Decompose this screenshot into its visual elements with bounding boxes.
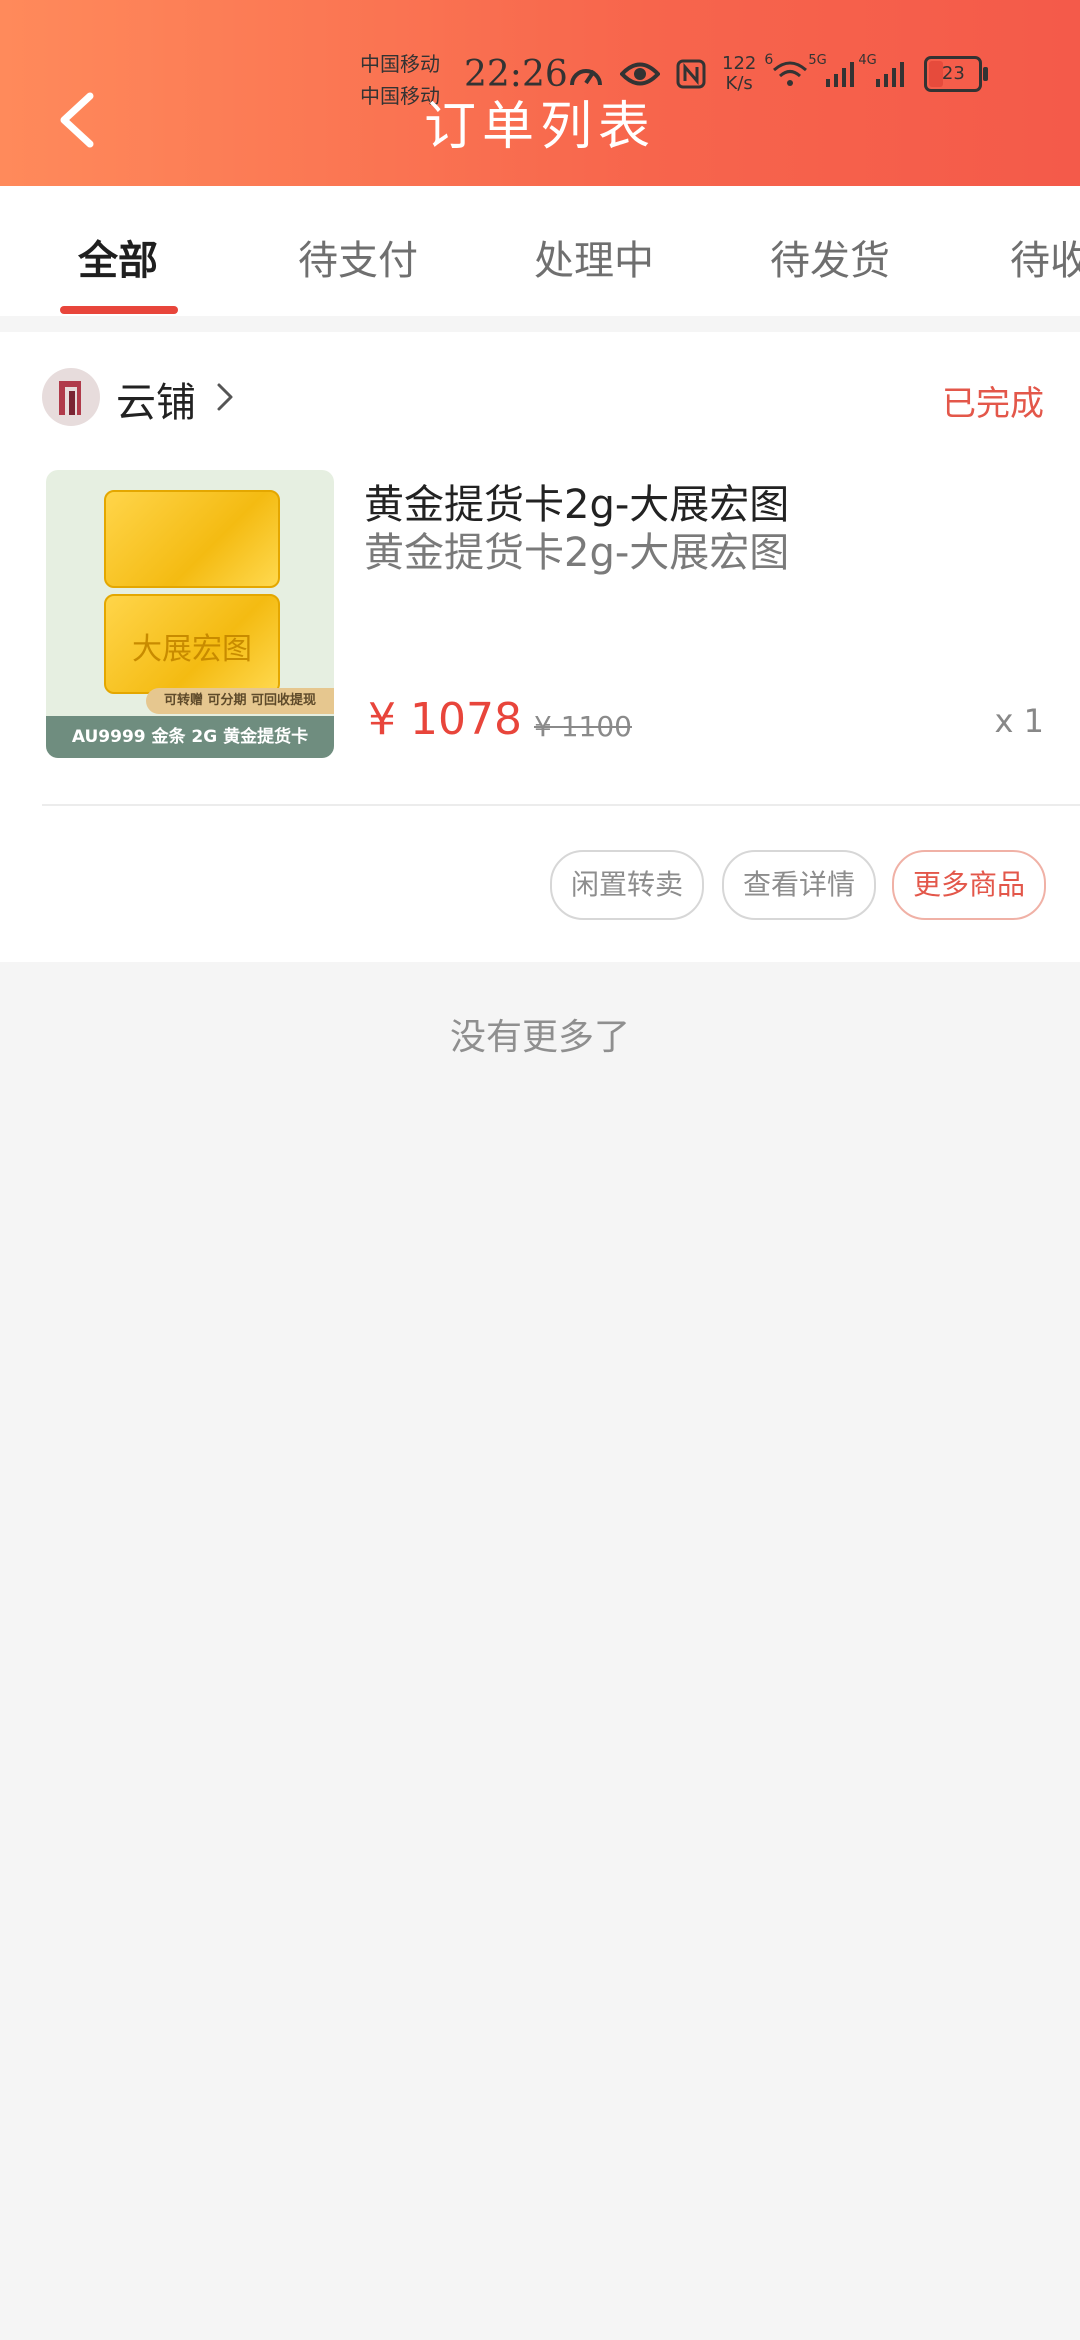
shop-avatar[interactable] [42, 368, 100, 426]
product-image-caption: AU9999 金条 2G 黄金提货卡 [46, 716, 334, 758]
no-more-text: 没有更多了 [449, 1017, 630, 1058]
gold-bar-text: 大展宏图 [132, 632, 252, 667]
card-divider [42, 804, 1080, 806]
tab-processing[interactable]: 处理中 [534, 228, 654, 286]
page-title: 订单列表 [423, 97, 656, 157]
product-price: ¥ 1078 [368, 694, 522, 745]
product-subtitle: 黄金提货卡2g-大展宏图 [364, 530, 790, 576]
tab-pending-payment[interactable]: 待支付 [298, 228, 418, 286]
order-status: 已完成 [942, 384, 1044, 424]
order-card[interactable]: 云铺 已完成 大展宏图 可转赠 可分期 可回收提现 AU9999 金条 2G 黄… [0, 332, 1080, 962]
signal-2-label: 4G [858, 53, 877, 68]
order-tabs: 全部 待支付 处理中 待发货 待收 [0, 186, 1080, 316]
tab-pending-receipt[interactable]: 待收 [1010, 228, 1080, 286]
net-speed-value: 122 [722, 53, 757, 74]
app-header: 中国移动 中国移动 22:26 122 K/s 6 5G 4G 23 订单列表 [0, 0, 1080, 186]
gold-bar-back-image: 大展宏图 [104, 594, 280, 694]
gold-bar-front-image [104, 490, 280, 588]
product-quantity: x 1 [994, 702, 1044, 740]
chevron-right-icon[interactable] [214, 380, 236, 414]
battery-level: 23 [941, 63, 965, 84]
view-details-button[interactable]: 查看详情 [722, 850, 876, 920]
product-image-tag: 可转赠 可分期 可回收提现 [146, 688, 334, 714]
product-image[interactable]: 大展宏图 可转赠 可分期 可回收提现 AU9999 金条 2G 黄金提货卡 [46, 470, 334, 758]
carrier-1: 中国移动 [360, 52, 440, 76]
resell-idle-button[interactable]: 闲置转卖 [550, 850, 704, 920]
signal-1-label: 5G [808, 53, 827, 68]
shop-logo-icon [59, 381, 81, 415]
active-tab-indicator [60, 306, 178, 314]
tab-all[interactable]: 全部 [78, 228, 158, 286]
tab-pending-shipment[interactable]: 待发货 [770, 228, 890, 286]
more-products-button[interactable]: 更多商品 [892, 850, 1046, 920]
wifi-label: 6 [764, 52, 774, 68]
shop-name[interactable]: 云铺 [116, 370, 196, 428]
original-price: ¥ 1100 [534, 710, 632, 743]
